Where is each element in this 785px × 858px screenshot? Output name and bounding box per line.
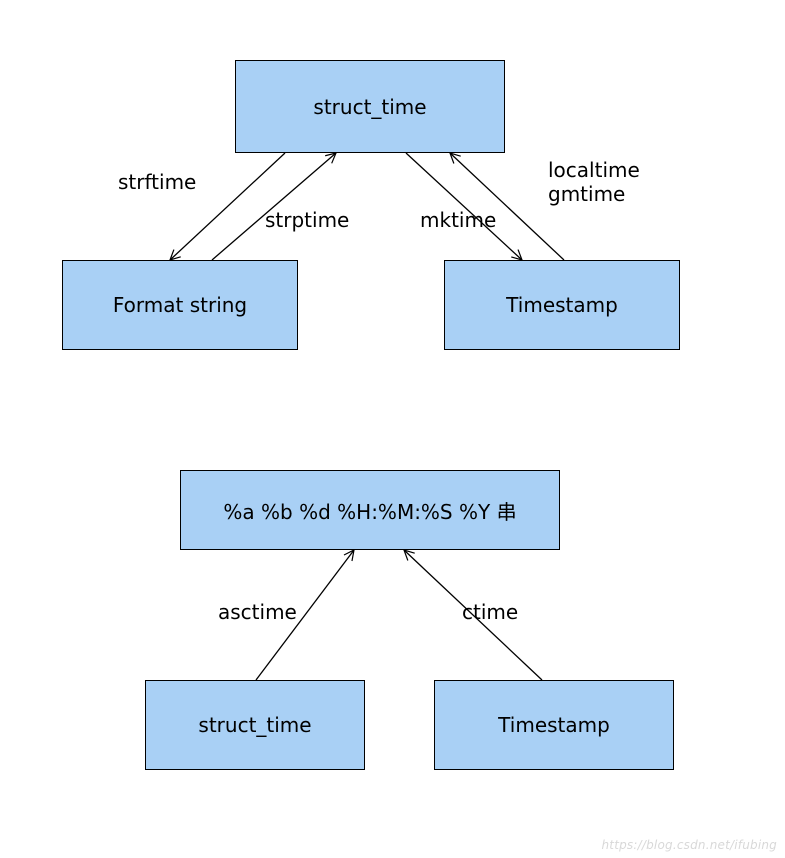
edge-label-mktime: mktime [420,208,496,232]
label-timestamp-bottom: Timestamp [498,713,610,737]
label-timestamp-top: Timestamp [506,293,618,317]
label-struct-time-top: struct_time [313,95,426,119]
edge-label-gmtime: gmtime [548,182,625,206]
box-struct-time-top: struct_time [235,60,505,153]
label-format-output: %a %b %d %H:%M:%S %Y 串 [223,496,516,525]
label-format-string: Format string [113,293,247,317]
edge-label-ctime: ctime [462,600,518,624]
box-struct-time-bottom: struct_time [145,680,365,770]
arrow-localtime-gmtime [450,153,564,260]
arrow-mktime [406,153,522,260]
box-format-output: %a %b %d %H:%M:%S %Y 串 [180,470,560,550]
edge-label-strptime: strptime [265,208,349,232]
label-struct-time-bottom: struct_time [198,713,311,737]
box-timestamp-bottom: Timestamp [434,680,674,770]
box-timestamp-top: Timestamp [444,260,680,350]
box-format-string: Format string [62,260,298,350]
edge-label-asctime: asctime [218,600,297,624]
edge-label-localtime: localtime [548,158,640,182]
edge-label-strftime: strftime [118,170,196,194]
arrow-strptime [212,153,336,260]
watermark: https://blog.csdn.net/ifubing [602,838,778,852]
